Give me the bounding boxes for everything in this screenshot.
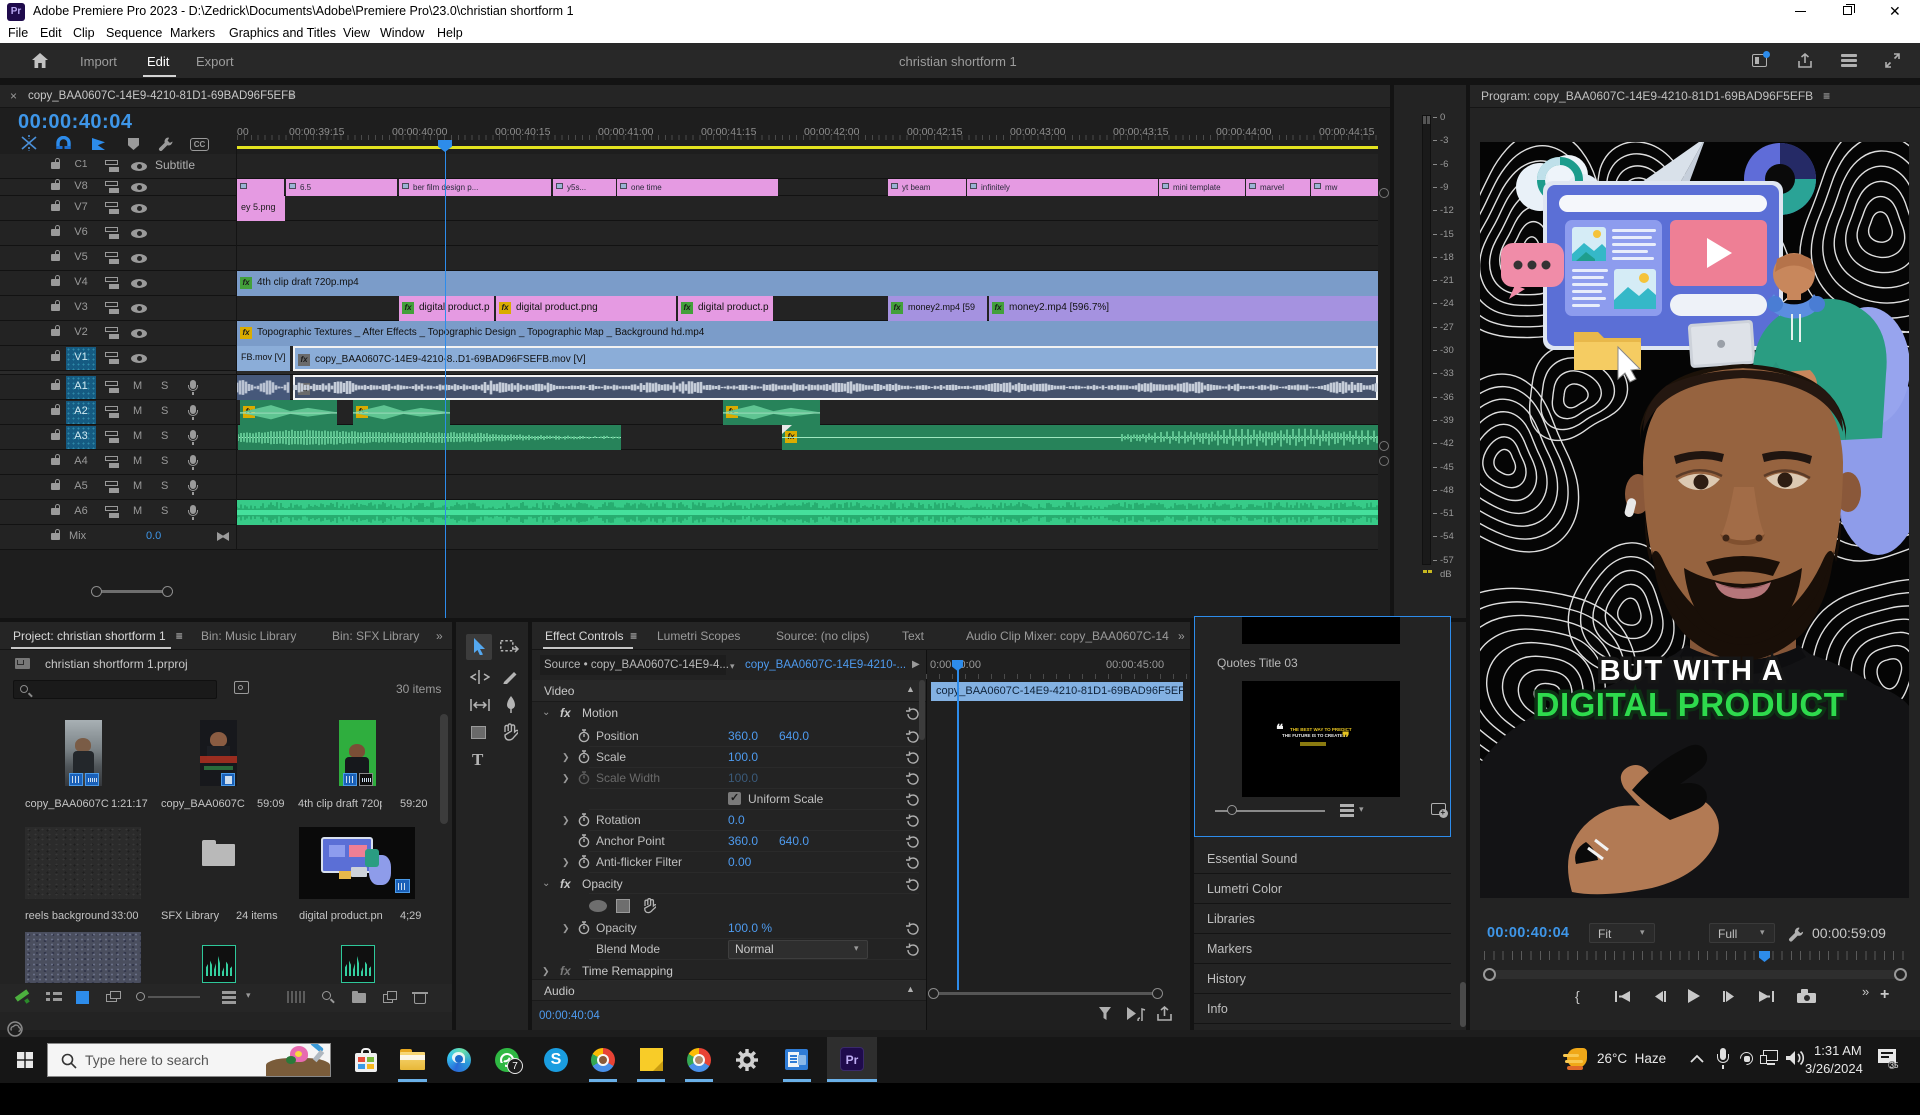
svg-text:BUT WITH A: BUT WITH A — [1600, 655, 1785, 687]
svg-text:DIGITAL PRODUCT: DIGITAL PRODUCT — [1536, 686, 1845, 723]
